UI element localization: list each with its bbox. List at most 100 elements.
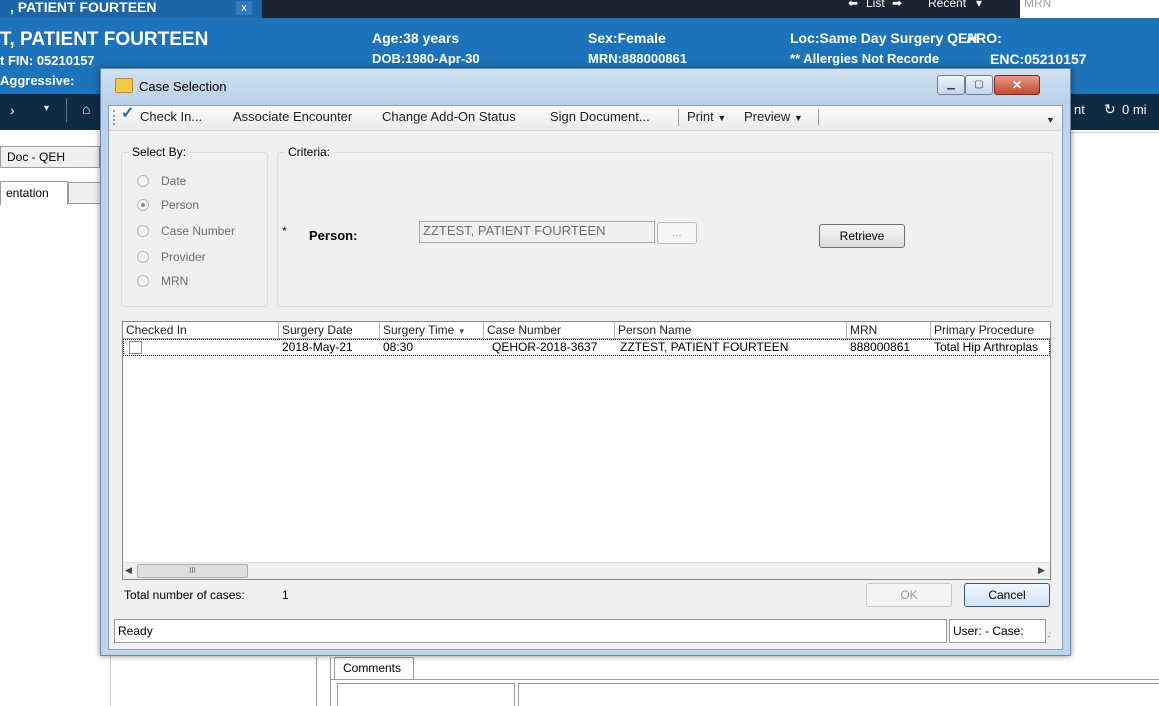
comments-pane-right[interactable] [518,683,1159,706]
radio-label: MRN [161,274,189,288]
banner-mrn: MRN:888000861 [588,51,688,66]
patient-tab-title: , PATIENT FOURTEEN [10,0,157,15]
status-bar: Ready User: - Case: .: [114,619,1057,645]
cell-primary-procedure: Total Hip Arthroplas [934,340,1039,354]
tab-documentation[interactable]: entation [0,181,68,205]
divider [330,679,1159,680]
doc-qeh-button[interactable]: Doc - QEH [0,146,100,168]
scroll-right-icon[interactable]: ▶ [1038,565,1045,576]
total-cases-value: 1 [282,588,289,602]
cell-surgery-time: 08:30 [383,340,414,354]
change-add-on-status-button[interactable]: Change Add-On Status [382,110,516,124]
refresh-icon[interactable]: ↻ [1104,101,1116,118]
cell-case-number: QEHOR-2018-3637 [492,340,598,354]
folder-icon [115,78,133,93]
column-header-case-number[interactable]: Case Number [484,322,615,339]
column-label: Surgery Time [383,323,455,337]
column-header-primary-procedure[interactable]: Primary Procedure [931,322,1050,339]
select-by-legend: Select By: [129,145,190,159]
toolbar-overflow-icon[interactable]: ▼ [1046,115,1055,125]
dialog-toolbar: ✓ Check In... Associate Encounter Change… [109,106,1062,131]
radio-button[interactable] [137,175,149,187]
toolbar-grip[interactable] [113,110,117,125]
forward-arrow-icon[interactable]: ➡ [892,0,902,9]
scroll-thumb[interactable]: III [137,564,248,578]
person-label: Person: [309,228,358,243]
patient-tab[interactable]: , PATIENT FOURTEEN [0,0,262,18]
close-tab-icon[interactable]: x [236,1,252,15]
cell-mrn: 888000861 [850,340,911,354]
required-marker: * [282,224,287,238]
refresh-timer: 0 mi [1122,102,1147,117]
left-panel [0,130,111,706]
banner-aro: ARO: [966,30,1002,46]
case-grid[interactable]: Checked In Surgery Date Surgery Time ▼ C… [122,321,1051,580]
maximize-button[interactable]: ▢ [965,75,993,95]
banner-age: Age:38 years [372,30,460,46]
dialog-title-bar[interactable]: Case Selection ▁ ▢ ✕ [101,69,1070,105]
criteria-legend: Criteria: [285,145,334,159]
dialog-body: ✓ Check In... Associate Encounter Change… [108,105,1063,650]
radio-button[interactable] [137,275,149,287]
mrn-search-input[interactable]: MRN [1020,0,1159,18]
radio-button[interactable] [137,225,149,237]
radio-button-selected[interactable] [137,199,149,211]
nav-list-link[interactable]: List [866,0,885,9]
radio-label: Date [161,174,187,188]
toolbar-right-label[interactable]: nt [1074,102,1085,117]
check-in-button[interactable]: Check In... [140,110,202,124]
checked-in-checkbox[interactable] [129,341,142,354]
cell-surgery-date: 2018-May-21 [282,340,353,354]
person-field[interactable]: ZZTEST, PATIENT FOURTEEN [419,221,655,243]
radio-label: Person [161,198,200,212]
comments-pane-left[interactable] [337,683,515,706]
banner-aggressive: Aggressive: [0,73,75,88]
retrieve-button[interactable]: Retrieve [819,224,905,248]
column-header-checked-in[interactable]: Checked In [123,322,279,339]
banner-encounter: ENC:05210157 [990,51,1087,67]
radio-button[interactable] [137,251,149,263]
preview-label: Preview [744,109,791,124]
right-panel-edge [1070,132,1159,153]
back-arrow-icon[interactable]: ⬅ [848,0,858,9]
dialog-title: Case Selection [139,79,227,94]
column-header-person-name[interactable]: Person Name [615,322,847,339]
divider [316,657,317,706]
preview-button[interactable]: Preview ▼ [744,110,803,125]
scroll-left-icon[interactable]: ◀ [125,565,132,576]
column-header-surgery-date[interactable]: Surgery Date [279,322,380,339]
cancel-button[interactable]: Cancel [964,583,1050,607]
chevron-right-icon[interactable]: › [10,102,15,118]
status-text: Ready [114,619,947,643]
chevron-down-icon[interactable]: ▾ [44,103,49,114]
horizontal-scrollbar[interactable]: ◀ III ▶ [123,562,1050,579]
toolbar-separator [818,109,819,126]
ok-button[interactable]: OK [866,583,952,607]
column-header-surgery-time[interactable]: Surgery Time ▼ [380,322,484,339]
toolbar-separator [678,109,679,126]
cell-person-name: ZZTEST, PATIENT FOURTEEN [620,340,789,354]
close-button[interactable]: ✕ [994,75,1040,95]
resize-grip-icon[interactable]: .: [1047,629,1051,639]
chevron-down-icon[interactable]: ▾ [976,0,982,9]
toolbar-separator [66,98,67,122]
sign-document-button[interactable]: Sign Document... [550,110,650,124]
tab-next[interactable] [68,182,102,204]
banner-dob: DOB:1980-Apr-30 [372,51,480,66]
tab-comments[interactable]: Comments [334,657,414,679]
print-button[interactable]: Print ▼ [687,110,726,125]
status-user-case: User: - Case: [949,619,1046,643]
banner-fin: t FIN: 05210157 [0,53,95,68]
associate-encounter-button[interactable]: Associate Encounter [233,110,352,124]
radio-label: Case Number [161,224,236,238]
chevron-down-icon: ▼ [793,113,803,123]
table-row[interactable]: 2018-May-21 08:30 QEHOR-2018-3637 ZZTEST… [123,339,1050,356]
banner-patient-name: T, PATIENT FOURTEEN [0,29,209,50]
banner-allergies: ** Allergies Not Recorde [790,51,940,66]
print-label: Print [687,109,714,124]
person-browse-button[interactable]: ... [657,222,697,244]
nav-recent-link[interactable]: Recent [928,0,966,9]
home-icon[interactable]: ⌂ [82,101,90,117]
column-header-mrn[interactable]: MRN [847,322,931,339]
minimize-button[interactable]: ▁ [937,75,965,95]
